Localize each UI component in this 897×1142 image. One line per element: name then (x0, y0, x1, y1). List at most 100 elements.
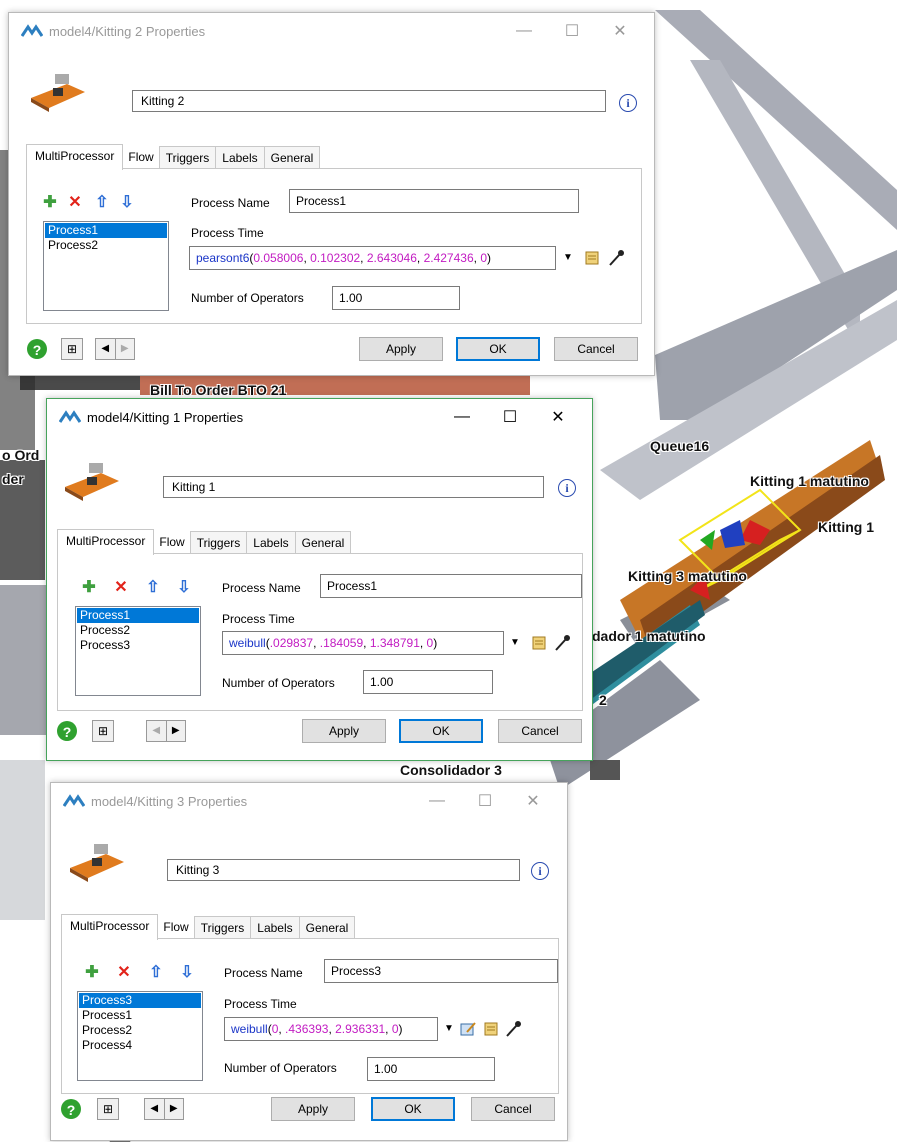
process-name-field[interactable]: Process1 (289, 189, 579, 213)
list-item[interactable]: Process3 (77, 638, 199, 653)
list-item[interactable]: Process2 (77, 623, 199, 638)
object-name-field[interactable]: Kitting 3 (167, 859, 520, 881)
list-item[interactable]: Process3 (79, 993, 201, 1008)
add-process-button[interactable]: ✚ (84, 965, 100, 981)
tab-triggers[interactable]: Triggers (189, 531, 248, 554)
previous-button[interactable]: ◀ (145, 1099, 164, 1119)
edit-properties-icon[interactable] (459, 1020, 477, 1038)
titlebar[interactable]: model4/Kitting 3 Properties — ☐ ✕ (51, 783, 567, 819)
cancel-button[interactable]: Cancel (554, 337, 638, 361)
tree-view-icon[interactable]: ⊞ (61, 338, 83, 360)
process-time-field[interactable]: weibull(.029837, .184059, 1.348791, 0) (222, 631, 504, 655)
script-icon[interactable] (482, 1020, 500, 1038)
titlebar[interactable]: model4/Kitting 2 Properties — ☐ ✕ (9, 13, 654, 49)
maximize-button[interactable]: ☐ (552, 15, 592, 47)
delete-process-button[interactable]: ✕ (113, 580, 129, 596)
tree-view-icon[interactable]: ⊞ (97, 1098, 119, 1120)
close-button[interactable]: ✕ (600, 15, 640, 47)
tab-labels[interactable]: Labels (215, 146, 265, 169)
list-item[interactable]: Process4 (79, 1038, 201, 1053)
apply-button[interactable]: Apply (271, 1097, 355, 1121)
tab-labels[interactable]: Labels (246, 531, 296, 554)
apply-button[interactable]: Apply (302, 719, 386, 743)
minimize-button[interactable]: — (417, 785, 457, 817)
move-down-button[interactable]: ⇩ (179, 965, 195, 981)
process-name-field[interactable]: Process1 (320, 574, 582, 598)
operators-field[interactable]: 1.00 (367, 1057, 495, 1081)
tab-triggers[interactable]: Triggers (193, 916, 252, 939)
close-button[interactable]: ✕ (513, 785, 553, 817)
process-name-field[interactable]: Process3 (324, 959, 558, 983)
move-up-button[interactable]: ⇧ (148, 965, 164, 981)
object-name-field[interactable]: Kitting 1 (163, 476, 544, 498)
list-item[interactable]: Process2 (45, 238, 167, 253)
eyedropper-icon[interactable] (504, 1020, 522, 1038)
info-icon[interactable]: i (558, 479, 576, 497)
kitting2-properties-dialog[interactable]: model4/Kitting 2 Properties — ☐ ✕ Kittin… (8, 12, 655, 376)
titlebar[interactable]: model4/Kitting 1 Properties — ☐ ✕ (47, 399, 592, 435)
minimize-button[interactable]: — (442, 401, 482, 433)
move-down-button[interactable]: ⇩ (119, 195, 135, 211)
tab-flow[interactable]: Flow (153, 531, 190, 553)
tab-general[interactable]: General (298, 916, 356, 939)
ok-button[interactable]: OK (456, 337, 540, 361)
help-icon[interactable]: ? (27, 339, 47, 359)
next-button[interactable]: ▶ (116, 339, 135, 359)
process-list[interactable]: Process1 Process2 (43, 221, 169, 311)
help-icon[interactable]: ? (57, 721, 77, 741)
tab-labels[interactable]: Labels (250, 916, 300, 939)
previous-button[interactable]: ◀ (96, 339, 115, 359)
eyedropper-icon[interactable] (607, 249, 625, 267)
tab-triggers[interactable]: Triggers (158, 146, 217, 169)
object-name-field[interactable]: Kitting 2 (132, 90, 606, 112)
list-item[interactable]: Process1 (77, 608, 199, 623)
kitting3-properties-dialog[interactable]: model4/Kitting 3 Properties — ☐ ✕ Kittin… (50, 782, 568, 1141)
tree-view-icon[interactable]: ⊞ (92, 720, 114, 742)
process-list[interactable]: Process1 Process2 Process3 (75, 606, 201, 696)
script-icon[interactable] (583, 249, 601, 267)
move-up-button[interactable]: ⇧ (145, 580, 161, 596)
dropdown-arrow-icon[interactable]: ▼ (510, 638, 520, 648)
operators-field[interactable]: 1.00 (363, 670, 493, 694)
dropdown-arrow-icon[interactable]: ▼ (444, 1024, 454, 1034)
info-icon[interactable]: i (531, 862, 549, 880)
tab-general[interactable]: General (294, 531, 352, 554)
eyedropper-icon[interactable] (553, 634, 571, 652)
close-button[interactable]: ✕ (538, 401, 578, 433)
previous-button[interactable]: ◀ (147, 721, 166, 741)
next-button[interactable]: ▶ (165, 1099, 184, 1119)
add-process-button[interactable]: ✚ (42, 195, 58, 211)
kitting1-properties-dialog[interactable]: model4/Kitting 1 Properties — ☐ ✕ Kittin… (46, 398, 593, 761)
minimize-button[interactable]: — (504, 15, 544, 47)
ok-button[interactable]: OK (371, 1097, 455, 1121)
maximize-button[interactable]: ☐ (465, 785, 505, 817)
info-icon[interactable]: i (619, 94, 637, 112)
ok-button[interactable]: OK (399, 719, 483, 743)
apply-button[interactable]: Apply (359, 337, 443, 361)
add-process-button[interactable]: ✚ (81, 580, 97, 596)
tab-multiprocessor[interactable]: MultiProcessor (26, 144, 124, 170)
tab-flow[interactable]: Flow (157, 916, 194, 938)
process-time-field[interactable]: pearsont6(0.058006, 0.102302, 2.643046, … (189, 246, 556, 270)
tab-multiprocessor[interactable]: MultiProcessor (61, 914, 159, 940)
delete-process-button[interactable]: ✕ (116, 965, 132, 981)
next-button[interactable]: ▶ (167, 721, 186, 741)
dropdown-arrow-icon[interactable]: ▼ (563, 253, 573, 263)
cancel-button[interactable]: Cancel (498, 719, 582, 743)
list-item[interactable]: Process2 (79, 1023, 201, 1038)
delete-process-button[interactable]: ✕ (67, 195, 83, 211)
process-time-field[interactable]: weibull(0, .436393, 2.936331, 0) (224, 1017, 438, 1041)
tab-general[interactable]: General (263, 146, 321, 169)
operators-field[interactable]: 1.00 (332, 286, 460, 310)
maximize-button[interactable]: ☐ (490, 401, 530, 433)
list-item[interactable]: Process1 (45, 223, 167, 238)
move-up-button[interactable]: ⇧ (94, 195, 110, 211)
move-down-button[interactable]: ⇩ (176, 580, 192, 596)
script-icon[interactable] (530, 634, 548, 652)
process-list[interactable]: Process3 Process1 Process2 Process4 (77, 991, 203, 1081)
cancel-button[interactable]: Cancel (471, 1097, 555, 1121)
tab-multiprocessor[interactable]: MultiProcessor (57, 529, 155, 555)
list-item[interactable]: Process1 (79, 1008, 201, 1023)
help-icon[interactable]: ? (61, 1099, 81, 1119)
tab-flow[interactable]: Flow (122, 146, 159, 168)
